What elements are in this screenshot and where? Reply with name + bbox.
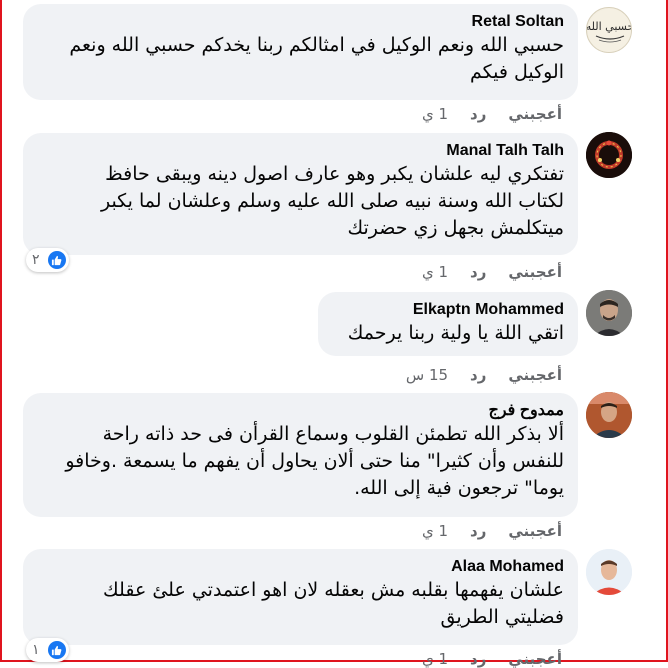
comment-text-line: لكتاب الله وسنة نبيه صلى الله عليه وسلم … (100, 190, 564, 212)
reply-button[interactable]: رد (470, 366, 486, 384)
comment-bubble: Retal Soltan حسبي الله ونعم الوكيل في ام… (23, 4, 578, 100)
like-button[interactable]: أعجبني (508, 263, 562, 281)
reply-button[interactable]: رد (470, 522, 486, 540)
comment-text-line: تفتكري ليه علشان يكبر وهو عارف اصول دينه… (105, 163, 564, 185)
reply-button[interactable]: رد (470, 105, 486, 123)
calligraphy-avatar-icon: حسبي الله (587, 9, 632, 52)
person-photo-icon (586, 549, 632, 595)
comment-actions: أعجبني رد 1 ي (422, 263, 562, 281)
comment-time[interactable]: 1 ي (422, 263, 448, 281)
like-button[interactable]: أعجبني (508, 366, 562, 384)
avatar[interactable] (586, 549, 632, 595)
reaction-count-value: ٢ (32, 252, 40, 268)
comment-time[interactable]: 1 ي (422, 522, 448, 540)
comment-text-line: علشان يفهمها بقلبه مش بعقله لان اهو اعتم… (103, 579, 564, 601)
comment-actions: أعجبني رد 1 ي (422, 522, 562, 540)
person-photo-icon (586, 392, 632, 438)
avatar[interactable] (586, 290, 632, 336)
comment-text-line: ألا بذكر الله تطمئن القلوب وسماع القرأن … (102, 423, 564, 445)
like-button[interactable]: أعجبني (508, 650, 562, 668)
like-reaction-icon (47, 251, 66, 269)
comment-text-line: ميتكلمش بجهل زي حضرتك (347, 217, 564, 239)
comment-text-line: حسبي الله ونعم الوكيل في امثالكم ربنا يخ… (69, 34, 564, 56)
comment-bubble: Alaa Mohamed علشان يفهمها بقلبه مش بعقله… (23, 549, 578, 645)
comment-time[interactable]: 1 ي (422, 650, 448, 668)
reaction-count[interactable]: ٢ (26, 248, 69, 272)
avatar[interactable] (586, 392, 632, 438)
comment-text-line: يوما" ترجعون فية إلى الله. (354, 477, 564, 499)
comment-actions: أعجبني رد 1 ي (422, 650, 562, 668)
reaction-count-value: ١ (32, 642, 40, 658)
person-photo-icon (586, 290, 632, 336)
avatar[interactable] (586, 132, 632, 178)
comment-text-line: اتقي اللة يا ولية ربنا يرحمك (347, 322, 564, 344)
comment-actions: أعجبني رد 15 س (406, 366, 562, 384)
like-button[interactable]: أعجبني (508, 105, 562, 123)
comment-bubble: Manal Talh Talh تفتكري ليه علشان يكبر وه… (23, 133, 578, 255)
like-reaction-icon (47, 641, 66, 659)
comment-time[interactable]: 15 س (406, 366, 448, 384)
comment-bubble: Elkaptn Mohammed اتقي اللة يا ولية ربنا … (318, 292, 578, 356)
svg-text:حسبي الله: حسبي الله (587, 20, 632, 33)
comment-author[interactable]: Elkaptn Mohammed (330, 300, 564, 320)
comment-author[interactable]: Manal Talh Talh (35, 141, 564, 161)
reaction-count[interactable]: ١ (26, 638, 69, 662)
comment-text-line: للنفس وأن كثيرا" منا حتى ألان يحاول أن ي… (65, 450, 564, 472)
like-button[interactable]: أعجبني (508, 522, 562, 540)
reply-button[interactable]: رد (470, 650, 486, 668)
comment-author[interactable]: ممدوح فرج (35, 401, 564, 421)
avatar[interactable]: حسبي الله (586, 7, 632, 53)
window-frame-left (0, 0, 2, 662)
comment-bubble: ممدوح فرج ألا بذكر الله تطمئن القلوب وسم… (23, 393, 578, 517)
reply-button[interactable]: رد (470, 263, 486, 281)
comment-time[interactable]: 1 ي (422, 105, 448, 123)
comment-text-line: الوكيل فيكم (469, 61, 564, 83)
comment-actions: أعجبني رد 1 ي (422, 105, 562, 123)
wreath-avatar-icon (586, 132, 632, 178)
comment-text-line: فضليتي الطريق (440, 606, 564, 628)
comment-author[interactable]: Retal Soltan (35, 12, 564, 32)
comment-author[interactable]: Alaa Mohamed (35, 557, 564, 577)
